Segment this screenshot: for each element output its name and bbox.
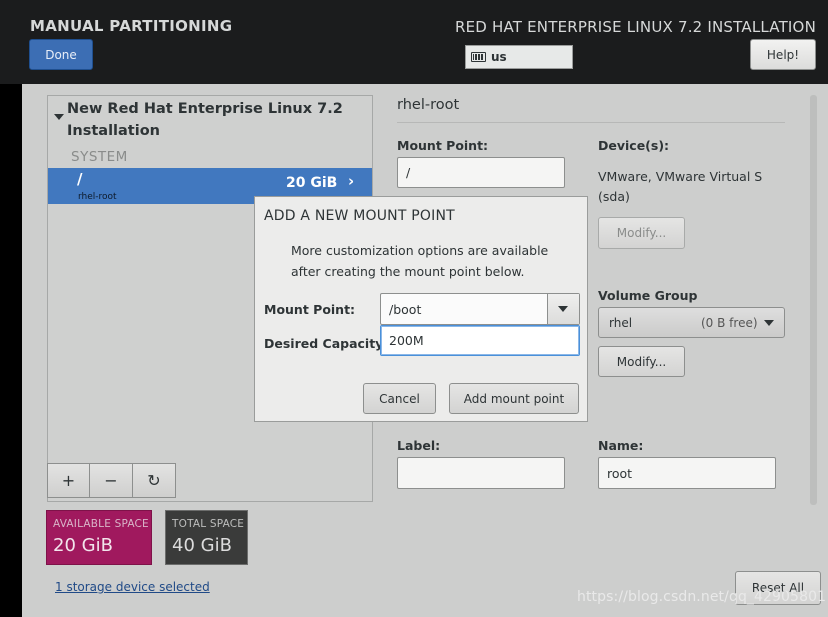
add-mount-point-dialog: ADD A NEW MOUNT POINT More customization… [254,196,588,422]
modify-devices-button[interactable]: Modify... [598,217,685,249]
cancel-button[interactable]: Cancel [363,383,436,414]
keyboard-icon [471,52,486,62]
mount-point-device: rhel-root [78,192,117,202]
total-space-value: 40 GiB [172,535,232,556]
storage-devices-link[interactable]: 1 storage device selected [55,580,210,594]
chevron-right-icon: › [348,172,355,190]
done-button[interactable]: Done [29,39,93,70]
dialog-mount-point-combo[interactable]: /boot [380,293,580,325]
expander-arrow-icon[interactable] [54,114,64,120]
installation-title: New Red Hat Enterprise Linux 7.2 Install… [67,101,343,139]
section-label-system: SYSTEM [71,149,128,165]
available-space-value: 20 GiB [53,535,113,556]
desired-capacity-input[interactable]: 200M [380,325,580,356]
header-bar: MANUAL PARTITIONING RED HAT ENTERPRISE L… [0,0,828,84]
page-title: MANUAL PARTITIONING [30,17,233,35]
total-space-box: TOTAL SPACE 40 GiB [165,510,248,565]
dialog-capacity-label: Desired Capacity: [264,336,389,351]
available-space-box: AVAILABLE SPACE 20 GiB [46,510,152,565]
tree-toolbar: + − ↻ [47,463,176,498]
label-field-label: Label: [397,438,441,453]
volume-group-select[interactable]: rhel (0 B free) [598,307,785,338]
help-button[interactable]: Help! [750,39,816,70]
mount-point-path: / [77,170,83,188]
mount-point-label: Mount Point: [397,138,489,153]
add-mount-point-button[interactable]: + [47,463,90,498]
modify-volume-group-button[interactable]: Modify... [598,346,685,377]
mount-point-input[interactable]: / [397,157,565,188]
watermark-text: https://blog.csdn.net/qq_42905801 [577,589,827,605]
dialog-mount-point-value: /boot [389,302,422,317]
name-field-label: Name: [598,438,644,453]
keyboard-layout-label: us [491,50,507,64]
devices-value: VMware, VMware Virtual S (sda) [598,169,763,204]
volume-group-label: Volume Group [598,288,698,303]
volume-group-free: (0 B free) [701,316,758,330]
refresh-icon[interactable]: ↻ [133,463,176,498]
name-input[interactable]: root [598,457,776,489]
available-space-label: AVAILABLE SPACE [53,518,149,530]
dialog-title: ADD A NEW MOUNT POINT [264,208,455,224]
total-space-label: TOTAL SPACE [172,518,245,530]
details-scrollbar[interactable] [810,95,817,505]
dialog-mount-point-label: Mount Point: [264,302,356,317]
chevron-down-icon [764,320,774,326]
combo-dropdown-button[interactable] [547,294,579,324]
devices-label: Device(s): [598,138,670,153]
label-input[interactable] [397,457,565,489]
volume-group-value: rhel [609,315,633,330]
keyboard-layout-indicator[interactable]: us [465,45,573,69]
mount-point-size: 20 GiB [286,175,338,191]
remove-mount-point-button[interactable]: − [90,463,133,498]
install-title: RED HAT ENTERPRISE LINUX 7.2 INSTALLATIO… [455,18,816,36]
selected-mount-title: rhel-root [397,97,460,113]
add-mount-point-confirm-button[interactable]: Add mount point [449,383,579,414]
details-divider [397,122,785,123]
dialog-description: More customization options are available… [291,243,549,279]
chevron-down-icon [558,306,568,312]
